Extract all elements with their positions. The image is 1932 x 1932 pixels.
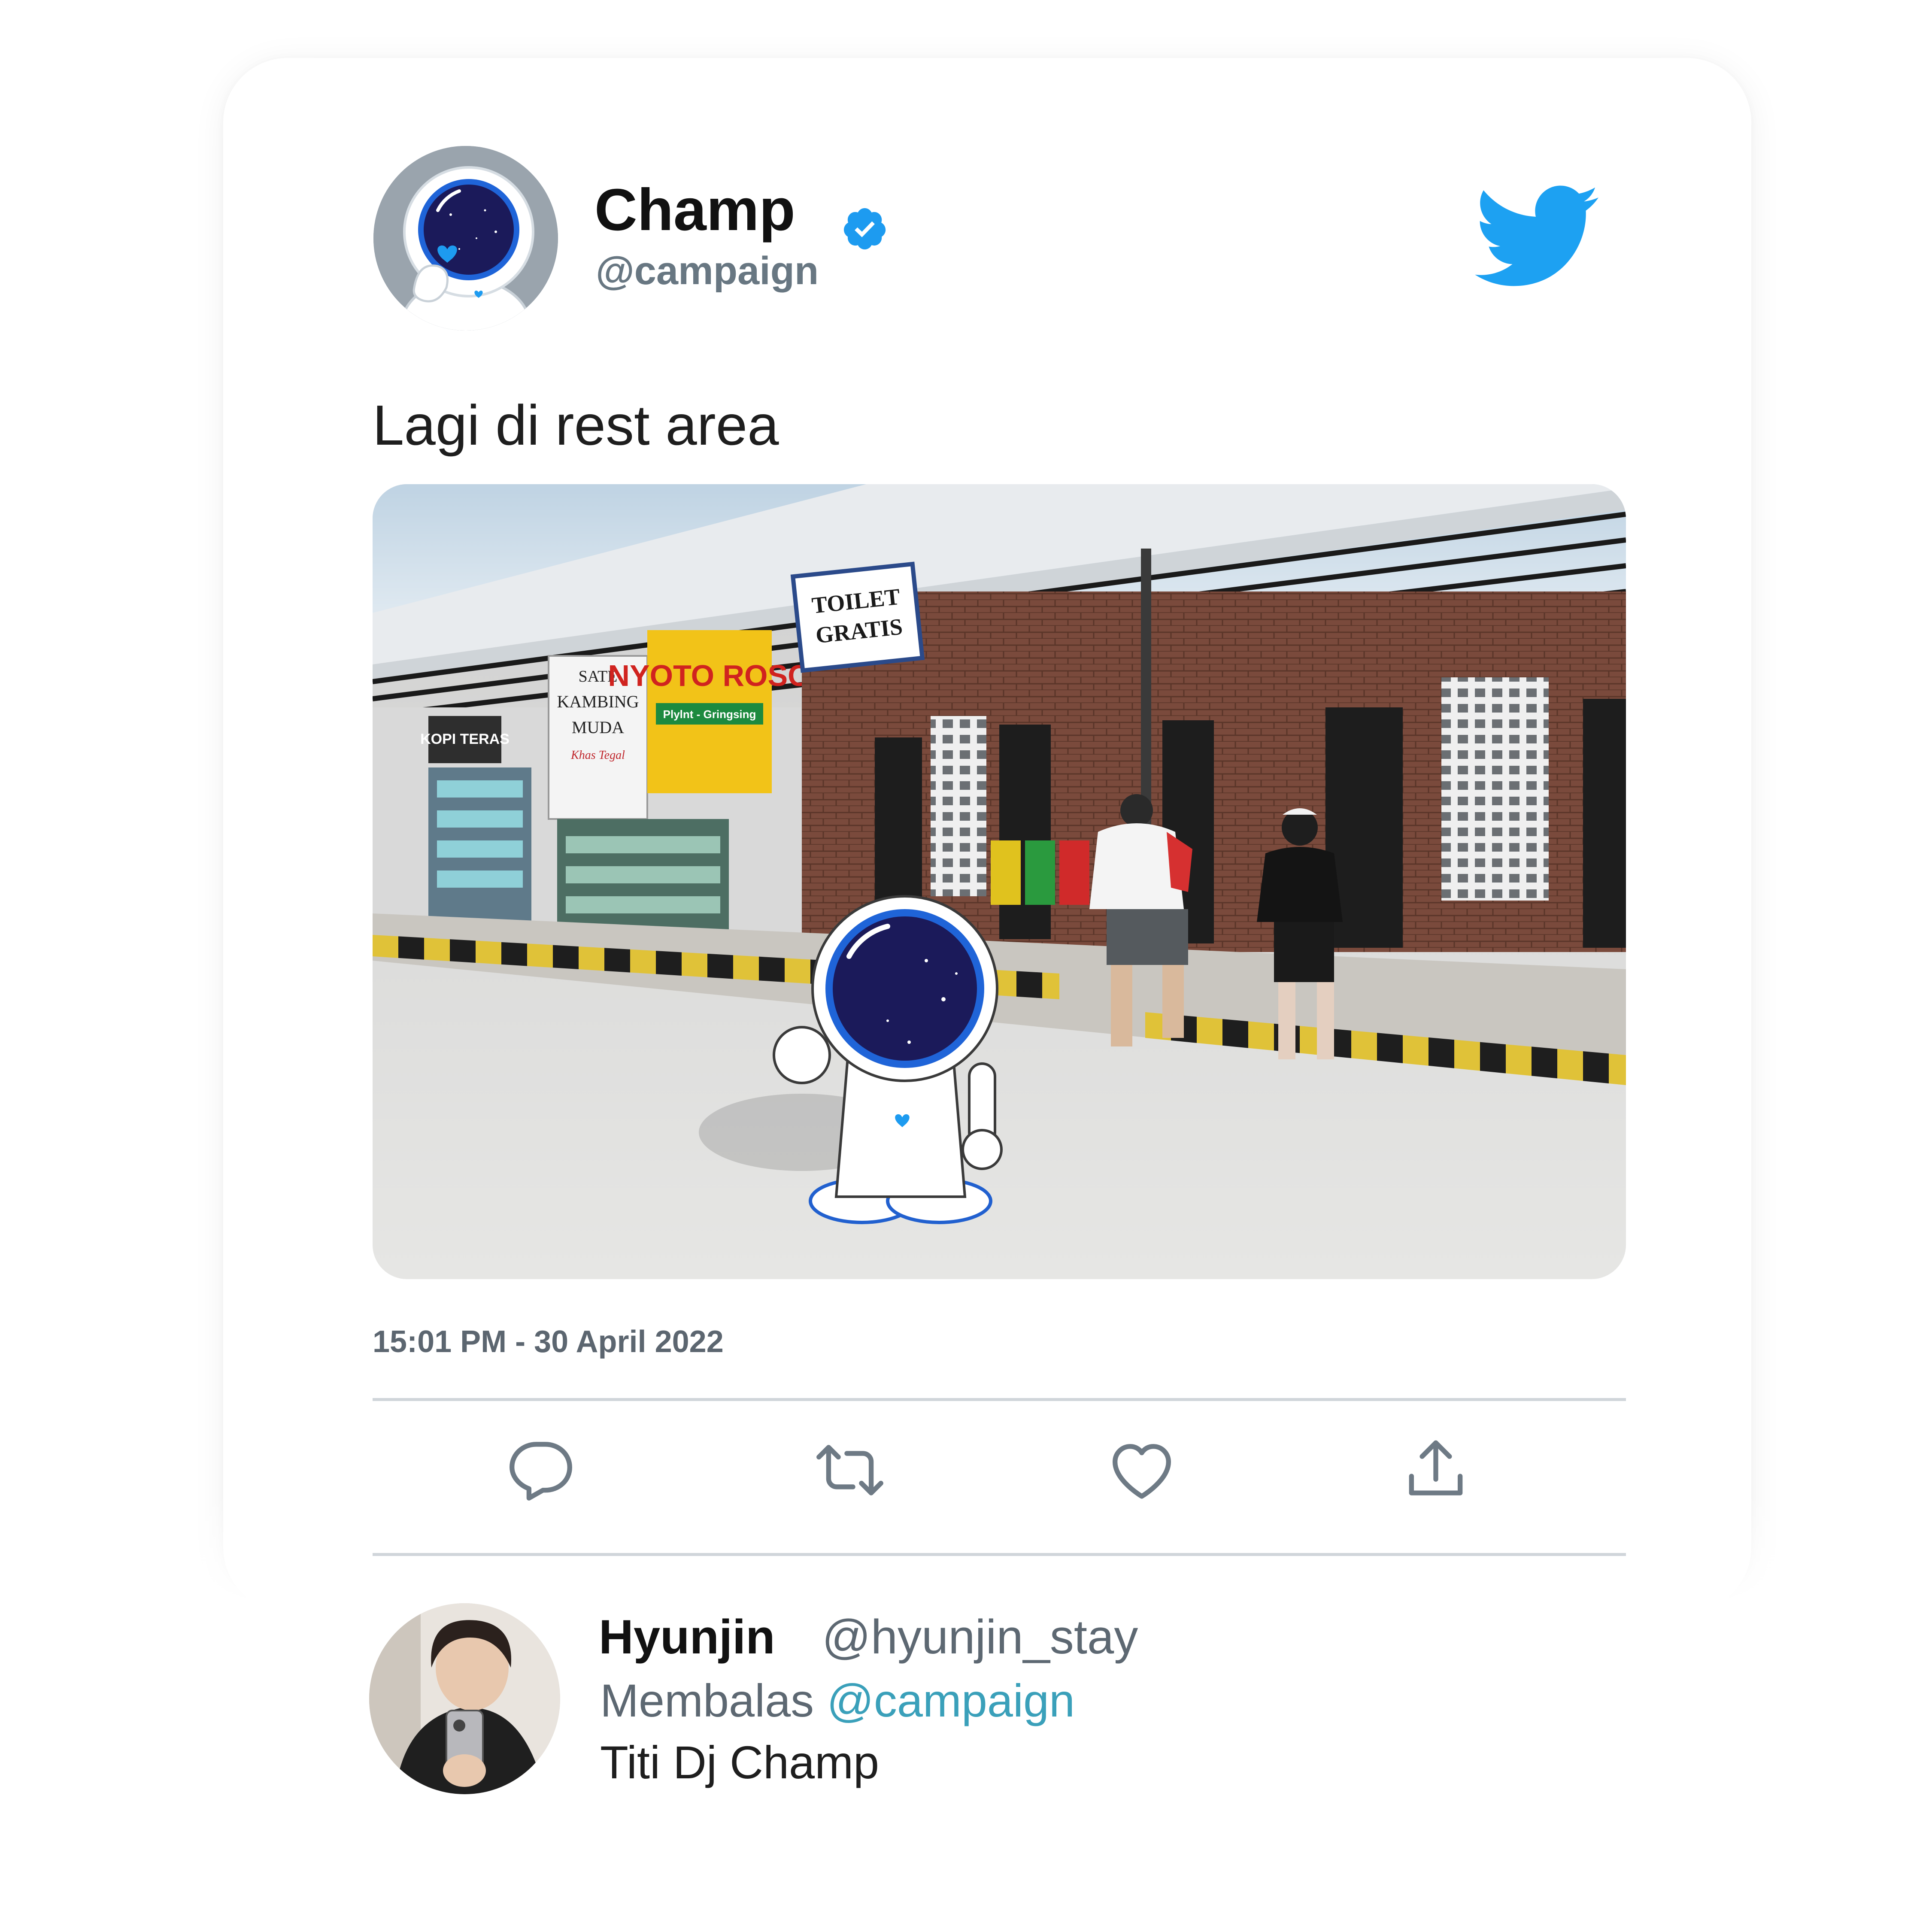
- sign-soto-sub: Plylnt - Gringsing: [663, 708, 756, 721]
- reply-avatar-photo: [369, 1603, 560, 1794]
- reply-author-name[interactable]: Hyunjin: [599, 1613, 775, 1661]
- like-button[interactable]: [1103, 1432, 1180, 1509]
- author-handle[interactable]: @campaign: [596, 251, 819, 291]
- reply-author-avatar[interactable]: [369, 1603, 560, 1794]
- reply-button[interactable]: [502, 1432, 579, 1509]
- replying-to-line: Membalas @campaign: [600, 1677, 1075, 1724]
- share-icon: [1409, 1440, 1463, 1495]
- reply-author-handle[interactable]: @hyunjin_stay: [822, 1613, 1138, 1661]
- verified-badge-icon: [843, 208, 886, 250]
- divider-top: [373, 1398, 1626, 1401]
- sign-soto: NYOTO ROSO: [608, 659, 811, 692]
- divider-bottom: [373, 1553, 1626, 1556]
- tweet-text: Lagi di rest area: [373, 394, 779, 457]
- sign-sate-2: KAMBING: [557, 692, 639, 711]
- share-button[interactable]: [1397, 1432, 1474, 1509]
- reply-text: Titi Dj Champ: [600, 1736, 880, 1788]
- author-avatar[interactable]: [373, 146, 558, 331]
- astronaut-avatar-icon: [373, 146, 558, 331]
- replying-to-mention[interactable]: @campaign: [827, 1674, 1075, 1726]
- reply-icon: [510, 1442, 572, 1501]
- retweet-button[interactable]: [811, 1432, 889, 1509]
- like-icon: [1113, 1444, 1171, 1499]
- sign-sate-4: Khas Tegal: [570, 749, 625, 762]
- retweet-icon: [816, 1445, 883, 1495]
- twitter-bird-icon: [1475, 185, 1599, 286]
- tweet-photo[interactable]: KOPI TERAS SATE KAMBING MUDA Khas Tegal …: [373, 484, 1626, 1279]
- rest-area-photo: KOPI TERAS SATE KAMBING MUDA Khas Tegal …: [373, 484, 1626, 1279]
- sign-kopi: KOPI TERAS: [420, 731, 510, 747]
- tweet-timestamp[interactable]: 15:01 PM - 30 April 2022: [373, 1326, 724, 1357]
- author-name[interactable]: Champ: [594, 180, 795, 240]
- replying-prefix: Membalas: [600, 1674, 814, 1726]
- sign-sate-3: MUDA: [572, 718, 624, 737]
